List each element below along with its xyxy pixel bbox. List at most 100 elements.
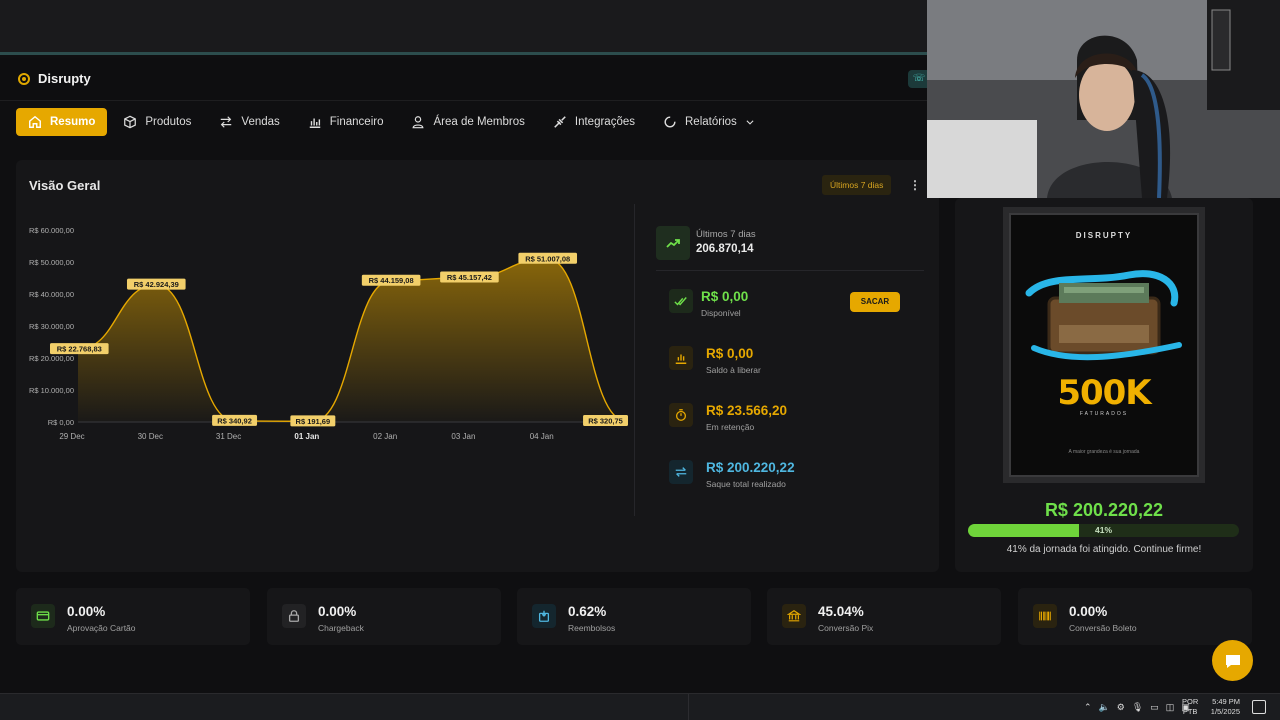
goal-card: DISRUPTY 500K FATURADOS A maior grandeza… xyxy=(955,198,1253,572)
metric-label: Conversão Pix xyxy=(818,623,874,633)
data-point-label: R$ 340,92 xyxy=(212,414,258,426)
speaker-icon[interactable]: 🔈 xyxy=(1099,702,1110,713)
metric-card: 0.62% Reembolsos xyxy=(517,588,751,645)
data-point-label: R$ 44.159,08 xyxy=(361,274,421,286)
y-tick-label: R$ 10.000,00 xyxy=(29,386,74,395)
data-label-text: R$ 191,69 xyxy=(296,417,331,426)
network-icon[interactable]: ◫ xyxy=(1166,702,1175,713)
card-icon xyxy=(36,611,50,621)
box-icon xyxy=(124,115,137,129)
data-label-text: R$ 340,92 xyxy=(217,416,252,425)
x-tick-label: 01 Jan xyxy=(294,432,319,441)
metric-label: Aprovação Cartão xyxy=(67,623,136,633)
period-selector[interactable]: Últimos 7 dias xyxy=(822,175,892,195)
data-point-label: R$ 51.007,08 xyxy=(518,252,578,264)
bank-icon xyxy=(787,610,801,622)
language-indicator[interactable]: POR PTB xyxy=(1182,697,1198,717)
settings-icon[interactable]: ⚙ xyxy=(1117,702,1125,713)
metric-value: 0.00% xyxy=(318,604,357,619)
nav-label: Integrações xyxy=(574,116,635,128)
stopwatch-icon xyxy=(675,409,687,421)
app-logo[interactable]: Disrupty xyxy=(18,71,91,86)
y-tick-label: R$ 50.000,00 xyxy=(29,258,74,267)
retention-icon-box xyxy=(669,403,693,427)
metric-value: 45.04% xyxy=(818,604,864,619)
chat-button[interactable] xyxy=(1212,640,1253,681)
barcode-icon-box xyxy=(1033,604,1057,628)
x-tick-label: 02 Jan xyxy=(373,432,397,441)
nav-item-area-de-membros[interactable]: Área de Membros xyxy=(399,108,536,136)
main-nav: Resumo Produtos Vendas Financeiro Área d… xyxy=(16,108,771,136)
overview-title: Visão Geral xyxy=(29,178,101,193)
nav-label: Produtos xyxy=(145,116,192,128)
x-tick-label: 30 Dec xyxy=(138,432,163,441)
more-options-icon[interactable]: ⋮ xyxy=(909,177,921,193)
withdraw-button[interactable]: SACAR xyxy=(850,292,900,312)
metric-card: 0.00% Conversão Boleto xyxy=(1018,588,1252,645)
withdrawn-icon-box xyxy=(669,460,693,484)
overview-card: Visão Geral Últimos 7 dias ⋮ R$ 0,00 R$ 1… xyxy=(16,160,939,572)
metric-label: Reembolsos xyxy=(568,623,616,633)
y-tick-label: R$ 20.000,00 xyxy=(29,354,74,363)
metric-value: 0.62% xyxy=(568,604,607,619)
x-tick-label: 04 Jan xyxy=(530,432,554,441)
data-point-label: R$ 320,75 xyxy=(583,414,628,426)
data-label-text: R$ 42.924,39 xyxy=(134,280,179,289)
y-tick-label: R$ 60.000,00 xyxy=(29,226,74,235)
nav-item-financeiro[interactable]: Financeiro xyxy=(296,108,396,136)
webcam-scene xyxy=(927,0,1280,198)
lang-top: POR xyxy=(1182,697,1199,706)
summary-total: 206.870,14 xyxy=(696,243,754,255)
withdrawn-amount: R$ 200.220,22 xyxy=(706,460,795,475)
divider xyxy=(634,204,635,516)
arrows-exchange-icon xyxy=(221,116,232,128)
metric-value: 0.00% xyxy=(67,604,106,619)
nav-item-resumo[interactable]: Resumo xyxy=(16,108,108,136)
refund-icon xyxy=(538,610,550,622)
data-label-text: R$ 45.157,42 xyxy=(447,273,492,282)
nav-item-produtos[interactable]: Produtos xyxy=(111,108,203,136)
available-icon-box xyxy=(669,289,693,313)
home-icon xyxy=(29,115,41,128)
poster-tagline: A maior grandeza é sua jornada xyxy=(1068,449,1140,455)
nav-label: Vendas xyxy=(241,116,280,128)
barcode-icon xyxy=(1039,611,1051,621)
summary-period-label: Últimos 7 dias xyxy=(696,229,756,240)
card-icon-box xyxy=(31,604,55,628)
bank-icon-box xyxy=(782,604,806,628)
data-label-text: R$ 22.768,83 xyxy=(57,345,102,354)
notification-icon[interactable] xyxy=(1252,700,1266,714)
y-tick-label: R$ 40.000,00 xyxy=(29,290,74,299)
x-tick-label: 29 Dec xyxy=(59,432,84,441)
microphone-icon[interactable]: 🎙 xyxy=(1132,702,1143,713)
y-tick-label: R$ 0,00 xyxy=(48,418,74,427)
clock[interactable]: 5:49 PM 1/5/2025 xyxy=(1206,697,1240,717)
data-label-text: R$ 44.159,08 xyxy=(369,276,414,285)
nav-label: Financeiro xyxy=(329,116,384,128)
nav-item-vendas[interactable]: Vendas xyxy=(207,108,291,136)
lang-bottom: PTB xyxy=(1182,707,1198,716)
trend-up-icon xyxy=(666,239,680,248)
chevron-up-icon[interactable]: ⌃ xyxy=(1084,702,1092,713)
app-name: Disrupty xyxy=(38,71,91,86)
retention-label: Em retenção xyxy=(706,422,755,432)
metric-value: 0.00% xyxy=(1069,604,1108,619)
divider xyxy=(656,270,924,271)
data-point-label: R$ 191,69 xyxy=(290,415,336,427)
display-icon[interactable]: ▭ xyxy=(1150,702,1159,713)
nav-item-integracoes[interactable]: Integrações xyxy=(541,108,647,136)
goal-message: 41% da jornada foi atingido. Continue fi… xyxy=(1006,544,1202,555)
double-check-icon xyxy=(674,297,687,306)
circle-chart-icon xyxy=(664,116,676,128)
withdrawn-label: Saque total realizado xyxy=(706,479,786,489)
lock-icon xyxy=(288,610,300,622)
poster-brand: DISRUPTY xyxy=(1075,231,1133,240)
sales-area-chart: R$ 0,00 R$ 10.000,00 R$ 20.000,00 R$ 30.000… xyxy=(29,226,628,441)
data-point-label: R$ 45.157,42 xyxy=(440,271,499,283)
pending-label: Saldo à liberar xyxy=(706,365,761,375)
logo-icon xyxy=(18,72,30,85)
pending-icon-box xyxy=(669,346,693,370)
poster-headline: 500K xyxy=(1057,373,1151,413)
nav-item-relatorios[interactable]: Relatórios xyxy=(651,108,767,136)
bar-hand-icon xyxy=(675,354,687,364)
